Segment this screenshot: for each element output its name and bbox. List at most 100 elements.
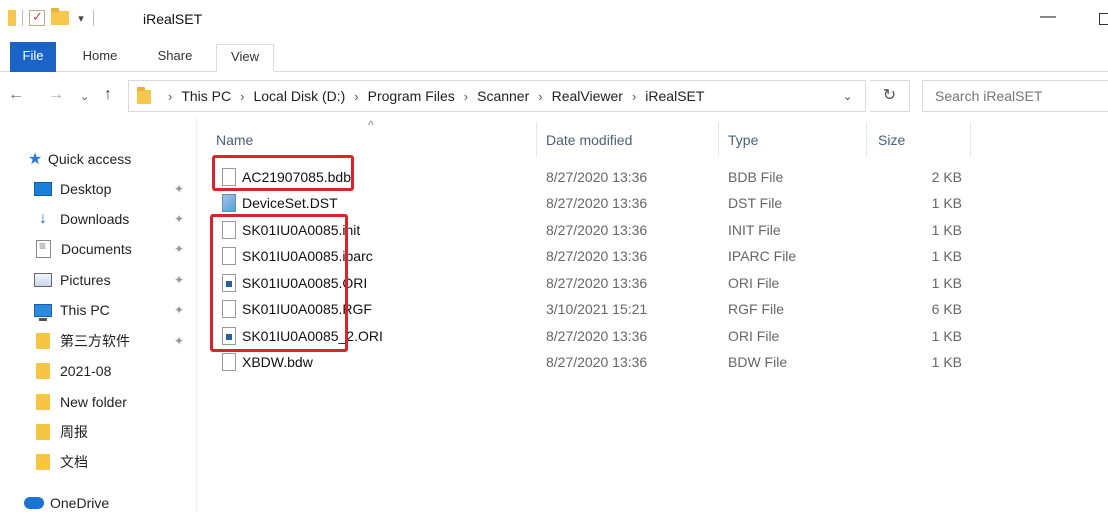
column-header-type[interactable]: Type <box>708 124 868 156</box>
properties-icon[interactable] <box>29 9 45 26</box>
breadcrumb-separator[interactable]: › <box>538 89 542 104</box>
breadcrumb-separator[interactable]: › <box>168 89 172 104</box>
folder-icon <box>36 424 50 440</box>
breadcrumb-program-files[interactable]: Program Files <box>368 88 455 104</box>
file-date: 8/27/2020 13:36 <box>546 275 648 291</box>
sidebar-item-desktop[interactable]: Desktop <box>34 176 111 202</box>
back-arrow-icon[interactable]: ← <box>8 86 24 104</box>
dst-file-icon <box>222 194 236 212</box>
recent-locations-chevron-down-icon[interactable]: ⌄ <box>80 90 89 103</box>
file-type: ORI File <box>728 275 780 291</box>
column-header-date[interactable]: Date modified <box>526 124 718 156</box>
file-name: XBDW.bdw <box>242 354 313 370</box>
file-name: DeviceSet.DST <box>242 195 338 211</box>
pin-icon[interactable]: ✦ <box>174 334 184 348</box>
this-pc-icon <box>34 303 52 321</box>
star-icon: ★ <box>27 151 43 168</box>
minimize-button[interactable]: — <box>1040 8 1056 26</box>
breadcrumb-separator[interactable]: › <box>240 89 244 104</box>
breadcrumb-local-disk[interactable]: Local Disk (D:) <box>253 88 345 104</box>
highlight-box <box>212 155 354 191</box>
search-input[interactable] <box>922 80 1108 112</box>
sidebar-item-onedrive[interactable]: OneDrive <box>24 490 109 512</box>
breadcrumb-this-pc[interactable]: This PC <box>181 88 231 104</box>
address-bar[interactable]: › This PC › Local Disk (D:) › Program Fi… <box>128 80 866 112</box>
window-title: iRealSET <box>143 11 203 27</box>
breadcrumb-scanner[interactable]: Scanner <box>477 88 529 104</box>
breadcrumb-irealset[interactable]: iRealSET <box>645 88 704 104</box>
pin-icon[interactable]: ✦ <box>174 182 184 196</box>
file-icon <box>222 353 236 371</box>
sidebar-item-label: Downloads <box>60 211 130 227</box>
sidebar-item-documents[interactable]: Documents <box>34 236 132 262</box>
file-type: IPARC File <box>728 248 797 264</box>
forward-arrow-icon[interactable]: → <box>48 86 64 104</box>
table-row[interactable]: XBDW.bdw 8/27/2020 13:36 BDW File 1 KB <box>196 349 1108 375</box>
sidebar-item-label: 第三方软件 <box>60 333 130 349</box>
ribbon-tabs: File Home Share View <box>0 38 1108 72</box>
column-divider[interactable] <box>970 122 971 156</box>
sidebar-item-quick-access[interactable]: ★ Quick access <box>26 146 131 172</box>
sidebar-item-folder[interactable]: 文档 <box>36 449 88 475</box>
tab-file[interactable]: File <box>10 42 56 72</box>
file-date: 8/27/2020 13:36 <box>546 248 648 264</box>
tab-view[interactable]: View <box>216 44 274 72</box>
refresh-button[interactable]: ↻ <box>870 80 910 112</box>
pin-icon[interactable]: ✦ <box>174 273 184 287</box>
breadcrumb-separator[interactable]: › <box>464 89 468 104</box>
pictures-icon <box>34 273 52 287</box>
up-arrow-icon[interactable]: ↑ <box>104 86 112 104</box>
sidebar-item-label: New folder <box>60 394 127 410</box>
pin-icon[interactable]: ✦ <box>174 212 184 226</box>
address-dropdown-chevron-down-icon[interactable]: ⌄ <box>843 90 852 103</box>
file-date: 8/27/2020 13:36 <box>546 328 648 344</box>
sidebar-item-folder[interactable]: 周报 <box>36 419 88 445</box>
file-size: 6 KB <box>931 301 962 317</box>
folder-icon <box>36 454 50 470</box>
onedrive-icon <box>24 497 44 509</box>
file-type: RGF File <box>728 301 784 317</box>
sidebar-item-label: 2021-08 <box>60 363 112 379</box>
navigation-bar: ← → ⌄ ↑ › This PC › Local Disk (D:) › Pr… <box>0 78 1108 114</box>
desktop-icon <box>34 182 52 196</box>
sidebar-item-folder[interactable]: New folder <box>36 389 127 415</box>
sidebar-item-label: OneDrive <box>50 495 110 511</box>
table-row[interactable]: DeviceSet.DST 8/27/2020 13:36 DST File 1… <box>196 190 1108 216</box>
customize-toolbar-chevron-down-icon[interactable]: ▾ <box>75 12 87 25</box>
sidebar-item-label: 文档 <box>60 454 88 470</box>
file-date: 8/27/2020 13:36 <box>546 195 648 211</box>
folder-icon <box>137 87 151 104</box>
maximize-button[interactable] <box>1099 13 1108 25</box>
column-header-name[interactable]: Name <box>196 124 536 156</box>
file-size: 1 KB <box>931 275 962 291</box>
tab-share[interactable]: Share <box>148 44 202 72</box>
sidebar-item-label: Documents <box>61 241 132 257</box>
tab-home[interactable]: Home <box>74 44 126 72</box>
sidebar-item-pictures[interactable]: Pictures <box>34 267 111 293</box>
new-folder-icon[interactable] <box>51 8 69 25</box>
file-size: 1 KB <box>931 195 962 211</box>
pin-icon[interactable]: ✦ <box>174 303 184 317</box>
sidebar-item-downloads[interactable]: ↓ Downloads <box>34 206 129 232</box>
sidebar-item-folder[interactable]: 2021-08 <box>36 358 111 384</box>
column-header-size[interactable]: Size <box>858 124 970 156</box>
pin-icon[interactable]: ✦ <box>174 242 184 256</box>
breadcrumb-separator[interactable]: › <box>632 89 636 104</box>
breadcrumb-realviewer[interactable]: RealViewer <box>552 88 623 104</box>
file-size: 1 KB <box>931 222 962 238</box>
sidebar-item-label: Quick access <box>48 151 132 167</box>
sidebar-item-folder[interactable]: 第三方软件 <box>36 328 130 354</box>
file-date: 8/27/2020 13:36 <box>546 222 648 238</box>
breadcrumb-separator[interactable]: › <box>354 89 358 104</box>
sidebar-item-label: This PC <box>60 302 110 318</box>
file-date: 3/10/2021 15:21 <box>546 301 648 317</box>
folder-icon <box>36 333 50 349</box>
folder-icon <box>36 394 50 410</box>
file-type: BDW File <box>728 354 788 370</box>
quick-access-toolbar: ▾ <box>8 8 94 26</box>
file-size: 1 KB <box>931 354 962 370</box>
sidebar-item-this-pc[interactable]: This PC <box>34 297 110 323</box>
sidebar-item-label: Pictures <box>60 272 111 288</box>
folder-icon <box>8 10 16 26</box>
highlight-box <box>210 214 348 352</box>
